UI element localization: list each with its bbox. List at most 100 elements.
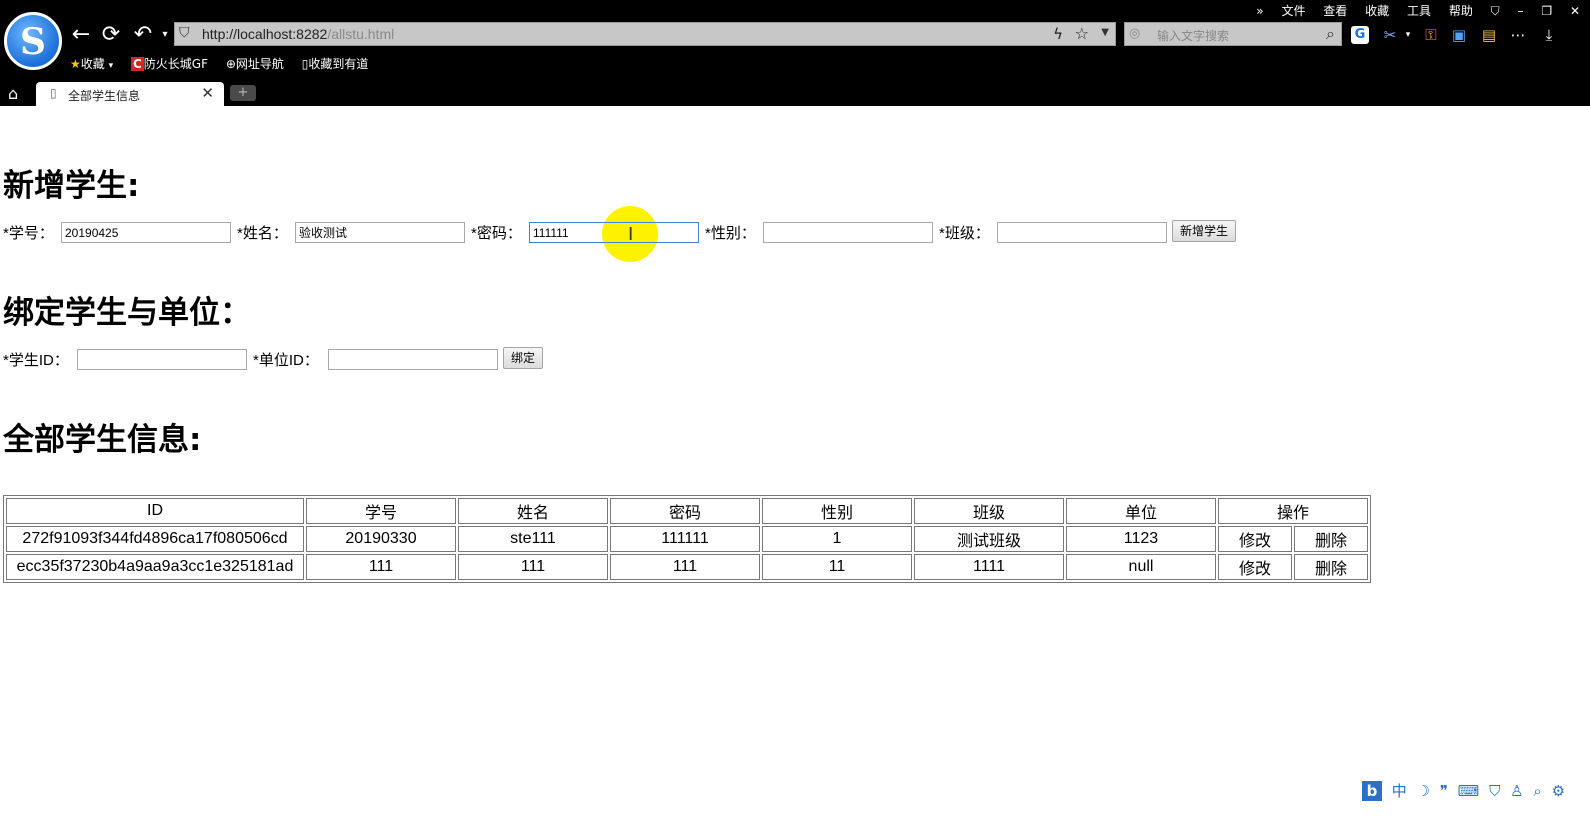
tab-allstu[interactable]: ▯ 全部学生信息 ✕ xyxy=(36,82,224,106)
page-icon: ▯ xyxy=(50,86,57,100)
chevron-down-icon: ▾ xyxy=(108,61,114,71)
cell-gender: 1 xyxy=(762,526,912,552)
ime-logo-icon[interactable]: b xyxy=(1362,781,1382,801)
search-placeholder: 输入文字搜索 xyxy=(1157,29,1230,43)
column-header-unit: 单位 xyxy=(1066,498,1216,524)
cell-password: 111111 xyxy=(610,526,760,552)
column-header-password: 密码 xyxy=(610,498,760,524)
search-box[interactable]: ◎ 输入文字搜索 ⌕ xyxy=(1124,22,1342,46)
cell-id: 272f91093f344fd4896ca17f080506cd xyxy=(6,526,304,552)
column-header-name: 姓名 xyxy=(458,498,608,524)
column-header-id: ID xyxy=(6,498,304,524)
bookmark-label: 网址导航 xyxy=(235,57,284,71)
search-icon[interactable]: ⌕ xyxy=(1326,24,1335,44)
bookmark-label: 防火长城GF xyxy=(143,57,208,71)
add-student-button[interactable]: 新增学生 xyxy=(1172,220,1237,242)
search-icon[interactable]: ⌕ xyxy=(1533,782,1541,800)
gear-icon[interactable]: ⚙ xyxy=(1552,782,1565,800)
bookmark-youdao[interactable]: ▯收藏到有道 xyxy=(302,57,369,71)
class-label: *班级： xyxy=(939,225,990,242)
password-input[interactable] xyxy=(529,222,699,243)
scissors-dropdown-icon[interactable]: ▾ xyxy=(1397,24,1419,46)
bookmark-nav[interactable]: ⊕网址导航 xyxy=(226,57,284,71)
close-icon[interactable]: ✕ xyxy=(201,84,214,102)
bookmark-label: 收藏到有道 xyxy=(308,57,369,71)
menu-favorites[interactable]: 收藏 xyxy=(1365,4,1389,18)
table-header-row: ID 学号 姓名 密码 性别 班级 单位 操作 xyxy=(6,498,1368,524)
gender-input[interactable] xyxy=(763,222,933,243)
cell-unit: 1123 xyxy=(1066,526,1216,552)
back-icon[interactable]: ← xyxy=(68,22,94,48)
url-path: /allstu.html xyxy=(327,26,395,42)
home-icon[interactable]: ⌂ xyxy=(8,84,18,103)
column-header-gender: 性别 xyxy=(762,498,912,524)
bind-heading: 绑定学生与单位： xyxy=(3,295,251,331)
cell-gender: 11 xyxy=(762,554,912,580)
chevron-down-icon[interactable]: ▼ xyxy=(1101,27,1109,38)
password-label: *密码： xyxy=(471,225,522,242)
unit-id-input[interactable] xyxy=(328,349,498,370)
cell-name: 111 xyxy=(458,554,608,580)
key-icon[interactable]: ⚿ xyxy=(1420,24,1442,46)
student-no-input[interactable] xyxy=(61,222,231,243)
restore-icon[interactable]: ❐ xyxy=(1541,4,1552,18)
more-icon[interactable]: ⋯ xyxy=(1507,24,1529,46)
browser-chrome: S ← ⟳ ↶ ▾ ⛉ http://localhost:8282/allstu… xyxy=(0,0,1590,106)
bookmark-favorites[interactable]: ★收藏 ▾ xyxy=(70,57,113,71)
table-row: 272f91093f344fd4896ca17f080506cd 2019033… xyxy=(6,526,1368,552)
student-id-input[interactable] xyxy=(77,349,247,370)
tab-title: 全部学生信息 xyxy=(68,89,141,103)
star-icon: ★ xyxy=(70,57,81,71)
minimize-icon[interactable]: – xyxy=(1518,4,1524,18)
add-student-heading: 新增学生: xyxy=(3,168,140,204)
tab-bar: ⌂ ▯ 全部学生信息 ✕ + xyxy=(0,82,1590,106)
star-icon[interactable]: ☆ xyxy=(1075,24,1089,43)
menu-more[interactable]: » xyxy=(1256,4,1263,18)
bookmark-label: 收藏 xyxy=(80,57,105,71)
bookmark-gfw[interactable]: C 防火长城GF xyxy=(130,57,208,71)
google-icon[interactable]: G xyxy=(1351,26,1369,44)
delete-link[interactable]: 删除 xyxy=(1294,526,1368,552)
menu-file[interactable]: 文件 xyxy=(1281,4,1305,18)
table-row: ecc35f37230b4a9aa9a3cc1e325181ad 111 111… xyxy=(6,554,1368,580)
ime-mode[interactable]: 中 xyxy=(1392,782,1407,800)
shield-icon: ⛉ xyxy=(179,25,190,41)
window-icon[interactable]: ▤ xyxy=(1478,24,1500,46)
bookmarks-bar: ★收藏 ▾ C 防火长城GF ⊕网址导航 ▯收藏到有道 xyxy=(70,55,382,73)
edit-link[interactable]: 修改 xyxy=(1218,554,1292,580)
bind-button[interactable]: 绑定 xyxy=(503,347,544,369)
user-icon[interactable]: ♙ xyxy=(1510,782,1523,800)
shirt-icon[interactable]: ⛉ xyxy=(1489,782,1500,800)
cell-name: ste111 xyxy=(458,526,608,552)
menu-help[interactable]: 帮助 xyxy=(1449,4,1473,18)
close-window-icon[interactable]: ✕ xyxy=(1570,4,1580,18)
edit-link[interactable]: 修改 xyxy=(1218,526,1292,552)
bolt-icon[interactable]: ϟ xyxy=(1053,25,1063,43)
ime-toolbar: b 中 ☽ ❞ ⌨ ⛉ ♙ ⌕ ⚙ xyxy=(1362,780,1570,802)
cell-class: 1111 xyxy=(914,554,1064,580)
keyboard-icon[interactable]: ⌨ xyxy=(1458,782,1480,800)
refresh-icon[interactable]: ⟳ xyxy=(98,22,124,48)
cell-id: ecc35f37230b4a9aa9a3cc1e325181ad xyxy=(6,554,304,580)
cell-student-no: 20190330 xyxy=(306,526,456,552)
zoom-icon[interactable]: ▣ xyxy=(1448,24,1470,46)
class-input[interactable] xyxy=(997,222,1167,243)
punctuation-icon[interactable]: ❞ xyxy=(1440,782,1448,800)
column-header-actions: 操作 xyxy=(1218,498,1368,524)
cell-student-no: 111 xyxy=(306,554,456,580)
moon-icon[interactable]: ☽ xyxy=(1417,782,1430,800)
download-icon[interactable]: ⤓ xyxy=(1538,24,1560,46)
skin-icon[interactable]: ⛉ xyxy=(1491,4,1500,18)
name-input[interactable] xyxy=(295,222,465,243)
menu-view[interactable]: 查看 xyxy=(1323,4,1347,18)
text-cursor-icon: I xyxy=(628,224,634,245)
unit-id-label: *单位ID： xyxy=(253,352,319,369)
delete-link[interactable]: 删除 xyxy=(1294,554,1368,580)
address-bar[interactable]: ⛉ http://localhost:8282/allstu.html ϟ ☆ … xyxy=(174,22,1116,46)
menu-tools[interactable]: 工具 xyxy=(1407,4,1431,18)
students-heading: 全部学生信息: xyxy=(3,422,202,458)
new-tab-button[interactable]: + xyxy=(230,85,256,101)
address-url[interactable]: http://localhost:8282/allstu.html xyxy=(202,26,394,42)
students-table: ID 学号 姓名 密码 性别 班级 单位 操作 272f91093f344fd4… xyxy=(3,495,1371,583)
student-no-label: *学号： xyxy=(3,225,54,242)
